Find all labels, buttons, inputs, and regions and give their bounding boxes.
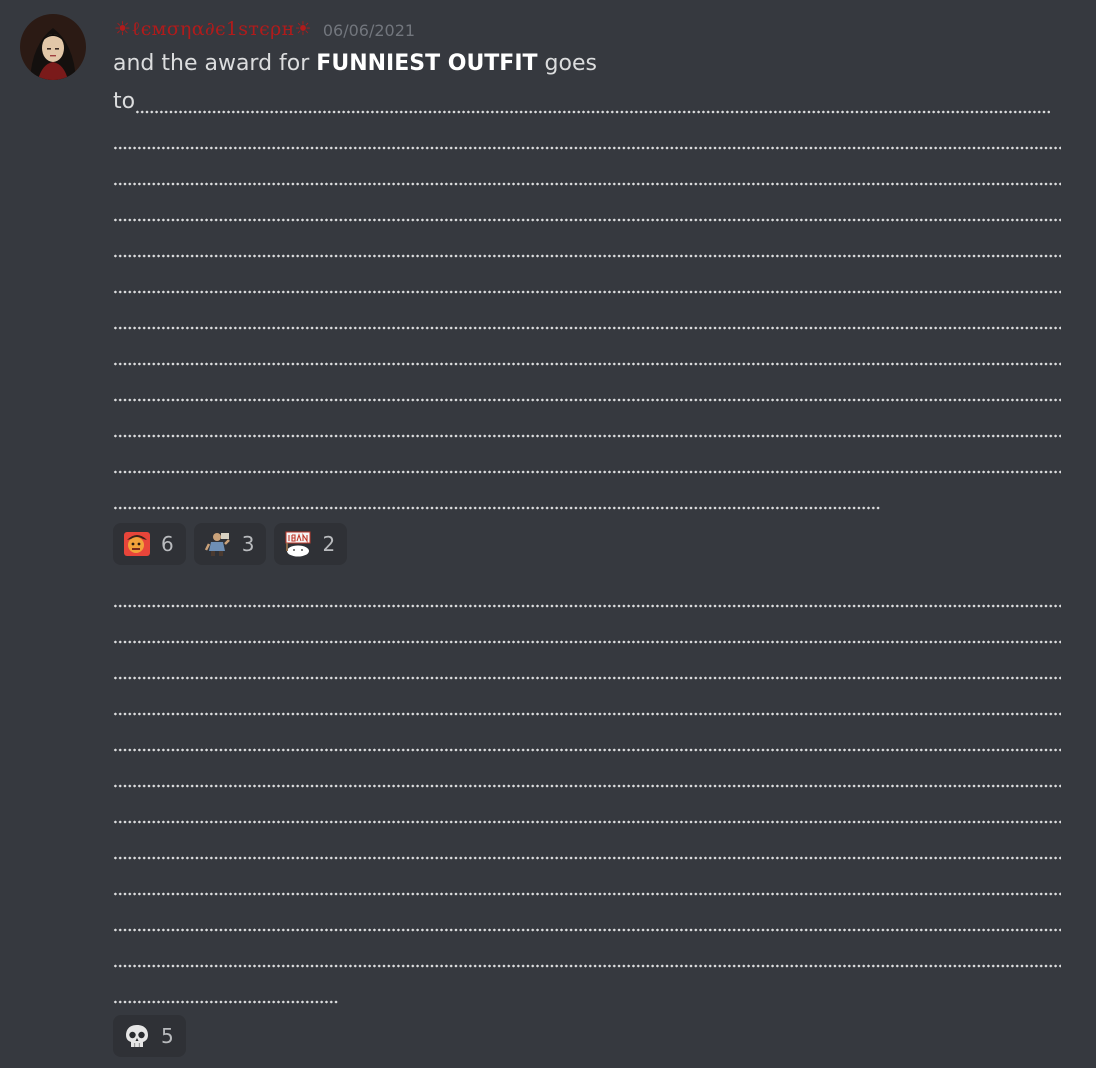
timestamp[interactable]: 06/06/2021 (323, 21, 415, 40)
reaction-count: 3 (241, 532, 255, 556)
dotted-line (113, 192, 1061, 228)
dotted-line (113, 722, 1061, 758)
dotted-line (113, 300, 1061, 336)
dotted-line (113, 758, 1061, 794)
dotted-line (113, 480, 1061, 516)
dotted-line (113, 686, 1061, 722)
dotted-line (113, 794, 1061, 830)
iban-sign-cat-emoji-icon (284, 531, 312, 557)
message-header: ☀ℓємσηα∂є1ѕтєρн☀ 06/06/2021 (114, 14, 415, 44)
skull-icon (123, 1023, 151, 1049)
cartoon-face-emoji-icon (123, 531, 151, 557)
cartoon-figure-emoji-icon (204, 531, 232, 557)
dotted-line (113, 120, 1061, 156)
user-avatar[interactable] (20, 14, 86, 80)
reactions-bar: 6 3 2 (113, 523, 348, 565)
reaction-count: 5 (161, 1024, 174, 1048)
username[interactable]: ☀ℓємσηα∂є1ѕтєρн☀ (114, 18, 312, 41)
message-line-2: to (113, 84, 1061, 120)
reaction-button[interactable]: 2 (274, 523, 348, 565)
message-line-1: and the award for FUNNIEST OUTFIT goes (113, 46, 1061, 82)
message-text-to: to (113, 89, 136, 114)
dotted-line (113, 156, 1061, 192)
dotted-line (113, 866, 1061, 902)
reaction-button[interactable]: 3 (193, 523, 267, 565)
dotted-line (113, 444, 1061, 480)
reaction-button[interactable]: 5 (113, 1015, 186, 1057)
reactions-bar: 5 (113, 1015, 186, 1057)
dotted-line (113, 228, 1061, 264)
dotted-line (113, 408, 1061, 444)
reaction-count: 6 (161, 532, 174, 556)
dotted-line (113, 974, 1061, 1010)
dotted-line (113, 578, 1061, 614)
dotted-line (113, 902, 1061, 938)
dotted-line (113, 938, 1061, 974)
message-text-end: goes (537, 51, 597, 76)
reaction-count: 2 (322, 532, 336, 556)
dotted-line (113, 830, 1061, 866)
dotted-filler (135, 84, 1051, 120)
message-text-start: and the award for (113, 51, 317, 76)
reaction-button[interactable]: 6 (113, 523, 186, 565)
dotted-line (113, 650, 1061, 686)
dotted-line (113, 372, 1061, 408)
dotted-line (113, 614, 1061, 650)
dotted-line (113, 264, 1061, 300)
message-text-bold: FUNNIEST OUTFIT (316, 51, 538, 76)
chat-message: ☀ℓємσηα∂є1ѕтєρн☀ 06/06/2021 and the awar… (0, 0, 1096, 1068)
dotted-line (113, 336, 1061, 372)
